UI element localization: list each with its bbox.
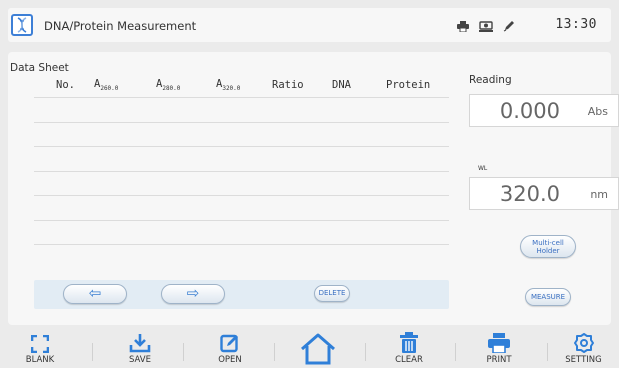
- column-header-protein: Protein: [386, 79, 431, 91]
- wavelength-display[interactable]: 320.0 nm: [469, 177, 619, 210]
- bottom-toolbar: BLANK SAVE OPEN CLEAR PRINT SETTING: [0, 329, 619, 368]
- blank-label: BLANK: [25, 355, 55, 365]
- toolbar-divider: [455, 343, 456, 361]
- table-row[interactable]: [34, 121, 449, 147]
- print-button[interactable]: PRINT: [459, 329, 539, 365]
- table-button-bar: ⇦ ⇨ DELETE: [34, 280, 449, 309]
- clock: 13:30: [555, 17, 597, 32]
- reading-unit: Abs: [587, 105, 608, 118]
- previous-page-button[interactable]: ⇦: [63, 284, 127, 304]
- column-header-ratio: Ratio: [272, 79, 304, 91]
- arrow-left-icon: ⇦: [88, 284, 102, 302]
- next-page-button[interactable]: ⇨: [161, 284, 225, 304]
- clear-label: CLEAR: [395, 355, 423, 365]
- device-status-icon: [479, 17, 493, 36]
- printer-status-icon: [457, 17, 469, 36]
- save-button[interactable]: SAVE: [100, 329, 180, 365]
- wavelength-label: WL: [478, 165, 488, 172]
- pen-status-icon: [503, 17, 515, 36]
- column-header-a280: A280.0: [156, 77, 181, 93]
- multi-cell-label-line1: Multi-cell: [532, 239, 564, 247]
- column-header-a260: A260.0: [94, 77, 119, 93]
- clear-button[interactable]: CLEAR: [369, 329, 449, 365]
- toolbar-divider: [92, 343, 93, 361]
- reading-value: 0.000: [499, 99, 560, 123]
- column-header-dna: DNA: [332, 79, 351, 91]
- gear-icon: [548, 329, 619, 353]
- dna-icon: [11, 14, 33, 36]
- data-sheet-table[interactable]: No. A260.0 A280.0 A320.0 Ratio DNA Prote…: [34, 73, 449, 281]
- reading-label: Reading: [469, 74, 512, 86]
- save-label: SAVE: [128, 355, 151, 365]
- main-panel: Data Sheet No. A260.0 A280.0 A320.0 Rati…: [8, 52, 619, 325]
- printer-icon: [459, 329, 539, 353]
- toolbar-divider: [274, 343, 275, 361]
- column-header-no: No.: [56, 79, 75, 91]
- toolbar-divider: [183, 343, 184, 361]
- arrow-right-icon: ⇨: [186, 284, 200, 302]
- table-row[interactable]: [34, 244, 449, 269]
- table-row[interactable]: [34, 97, 449, 122]
- blank-button[interactable]: BLANK: [0, 329, 80, 365]
- title-bar: DNA/Protein Measurement 13:30: [8, 8, 611, 42]
- toolbar-divider: [365, 343, 366, 361]
- table-row[interactable]: [34, 146, 449, 171]
- wavelength-value: 320.0: [499, 182, 560, 206]
- print-label: PRINT: [486, 355, 512, 365]
- status-icons: [457, 17, 515, 36]
- open-button[interactable]: OPEN: [190, 329, 270, 365]
- table-header: No. A260.0 A280.0 A320.0 Ratio DNA Prote…: [34, 73, 449, 97]
- frame-icon: [0, 329, 80, 353]
- download-icon: [100, 329, 180, 353]
- wavelength-unit: nm: [590, 188, 608, 201]
- table-row[interactable]: [34, 195, 449, 220]
- multi-cell-holder-button[interactable]: Multi-cell Holder: [520, 235, 576, 258]
- trash-icon: [369, 329, 449, 353]
- app-title: DNA/Protein Measurement: [44, 19, 197, 33]
- open-label: OPEN: [218, 355, 242, 365]
- home-button[interactable]: [278, 329, 358, 367]
- delete-button[interactable]: DELETE: [314, 285, 350, 302]
- table-row[interactable]: [34, 170, 449, 196]
- table-row[interactable]: [34, 219, 449, 245]
- home-icon: [278, 329, 358, 365]
- setting-label: SETTING: [565, 355, 602, 365]
- measure-button[interactable]: MEASURE: [525, 288, 571, 306]
- column-header-a320: A320.0: [216, 77, 241, 93]
- reading-display: 0.000 Abs: [469, 94, 619, 127]
- setting-button[interactable]: SETTING: [548, 329, 619, 365]
- edit-icon: [190, 329, 270, 353]
- multi-cell-label-line2: Holder: [536, 247, 560, 255]
